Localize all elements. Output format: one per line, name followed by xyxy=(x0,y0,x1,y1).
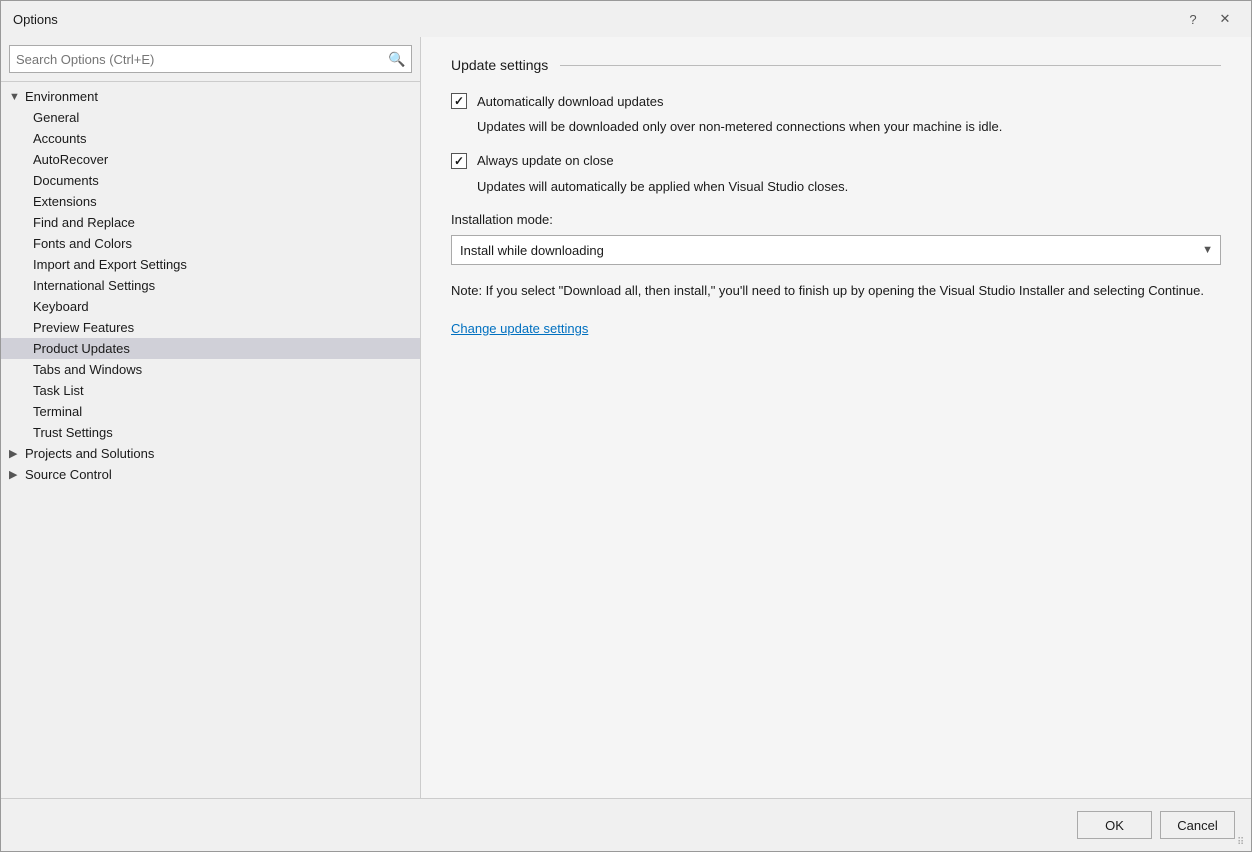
title-bar-right: ? ✕ xyxy=(1179,5,1239,33)
tree-label-fonts-colors: Fonts and Colors xyxy=(33,236,132,251)
section-header: Update settings xyxy=(451,57,1221,73)
tree-item-extensions[interactable]: Extensions xyxy=(1,191,420,212)
tree-item-international[interactable]: International Settings xyxy=(1,275,420,296)
tree-label-preview-features: Preview Features xyxy=(33,320,134,335)
tree-label-import-export: Import and Export Settings xyxy=(33,257,187,272)
section-title: Update settings xyxy=(451,57,548,73)
tree-label-extensions: Extensions xyxy=(33,194,97,209)
always-update-desc: Updates will automatically be applied wh… xyxy=(477,177,1221,197)
search-input[interactable] xyxy=(10,52,383,67)
tree-item-fonts-colors[interactable]: Fonts and Colors xyxy=(1,233,420,254)
tree-item-terminal[interactable]: Terminal xyxy=(1,401,420,422)
tree-label-documents: Documents xyxy=(33,173,99,188)
left-panel: 🔍 ▼ Environment General Accounts AutoRec… xyxy=(1,37,421,798)
tree-label-product-updates: Product Updates xyxy=(33,341,130,356)
always-update-checkbox-wrap[interactable]: Always update on close xyxy=(451,153,614,169)
tree-item-documents[interactable]: Documents xyxy=(1,170,420,191)
tree-label-environment: Environment xyxy=(25,89,98,104)
always-update-label: Always update on close xyxy=(477,153,614,168)
tree-item-projects[interactable]: ▶ Projects and Solutions xyxy=(1,443,420,464)
tree-item-general[interactable]: General xyxy=(1,107,420,128)
section-divider xyxy=(560,65,1221,66)
auto-download-row: Automatically download updates xyxy=(451,93,1221,109)
expand-arrow-projects: ▶ xyxy=(9,447,21,460)
tree-label-accounts: Accounts xyxy=(33,131,86,146)
tree-label-general: General xyxy=(33,110,79,125)
tree-item-tabs-windows[interactable]: Tabs and Windows xyxy=(1,359,420,380)
tree-item-import-export[interactable]: Import and Export Settings xyxy=(1,254,420,275)
search-box-wrapper: 🔍 xyxy=(1,37,420,82)
auto-download-checkbox-wrap[interactable]: Automatically download updates xyxy=(451,93,663,109)
auto-download-desc: Updates will be downloaded only over non… xyxy=(477,117,1221,137)
options-dialog: Options ? ✕ 🔍 ▼ Environment xyxy=(0,0,1252,852)
title-bar-left: Options xyxy=(13,12,58,27)
cancel-button[interactable]: Cancel xyxy=(1160,811,1235,839)
always-update-row: Always update on close xyxy=(451,153,1221,169)
tree-item-keyboard[interactable]: Keyboard xyxy=(1,296,420,317)
tree-label-international: International Settings xyxy=(33,278,155,293)
resize-corner[interactable]: ⠿ xyxy=(1237,837,1247,847)
tree-item-source[interactable]: ▶ Source Control xyxy=(1,464,420,485)
tree-label-autorecover: AutoRecover xyxy=(33,152,108,167)
tree-label-tabs-windows: Tabs and Windows xyxy=(33,362,142,377)
tree-item-environment[interactable]: ▼ Environment xyxy=(1,86,420,107)
tree-label-terminal: Terminal xyxy=(33,404,82,419)
tree-panel: ▼ Environment General Accounts AutoRecov… xyxy=(1,82,420,798)
search-icon[interactable]: 🔍 xyxy=(383,45,411,73)
always-update-checkbox[interactable] xyxy=(451,153,467,169)
help-button[interactable]: ? xyxy=(1179,5,1207,33)
dropdown-wrap: Install while downloading Download all, … xyxy=(451,235,1221,265)
dialog-title: Options xyxy=(13,12,58,27)
expand-arrow-environment: ▼ xyxy=(9,91,21,103)
tree-label-source: Source Control xyxy=(25,467,112,482)
auto-download-label: Automatically download updates xyxy=(477,94,663,109)
tree-label-projects: Projects and Solutions xyxy=(25,446,154,461)
tree-item-product-updates[interactable]: Product Updates xyxy=(1,338,420,359)
tree-item-autorecover[interactable]: AutoRecover xyxy=(1,149,420,170)
auto-download-checkbox[interactable] xyxy=(451,93,467,109)
tree-label-trust-settings: Trust Settings xyxy=(33,425,113,440)
dialog-body: 🔍 ▼ Environment General Accounts AutoRec… xyxy=(1,37,1251,798)
title-bar: Options ? ✕ xyxy=(1,1,1251,37)
tree-label-find-replace: Find and Replace xyxy=(33,215,135,230)
tree-label-task-list: Task List xyxy=(33,383,84,398)
tree-label-keyboard: Keyboard xyxy=(33,299,89,314)
install-mode-dropdown[interactable]: Install while downloading Download all, … xyxy=(451,235,1221,265)
dialog-footer: OK Cancel xyxy=(1,798,1251,851)
tree-item-find-replace[interactable]: Find and Replace xyxy=(1,212,420,233)
right-panel: Update settings Automatically download u… xyxy=(421,37,1251,798)
ok-button[interactable]: OK xyxy=(1077,811,1152,839)
note-text: Note: If you select "Download all, then … xyxy=(451,281,1211,301)
tree-item-task-list[interactable]: Task List xyxy=(1,380,420,401)
tree-item-accounts[interactable]: Accounts xyxy=(1,128,420,149)
close-button[interactable]: ✕ xyxy=(1211,5,1239,33)
tree-item-preview-features[interactable]: Preview Features xyxy=(1,317,420,338)
change-update-settings-link[interactable]: Change update settings xyxy=(451,321,588,336)
install-mode-label: Installation mode: xyxy=(451,212,1221,227)
tree-item-trust-settings[interactable]: Trust Settings xyxy=(1,422,420,443)
expand-arrow-source: ▶ xyxy=(9,468,21,481)
search-box: 🔍 xyxy=(9,45,412,73)
